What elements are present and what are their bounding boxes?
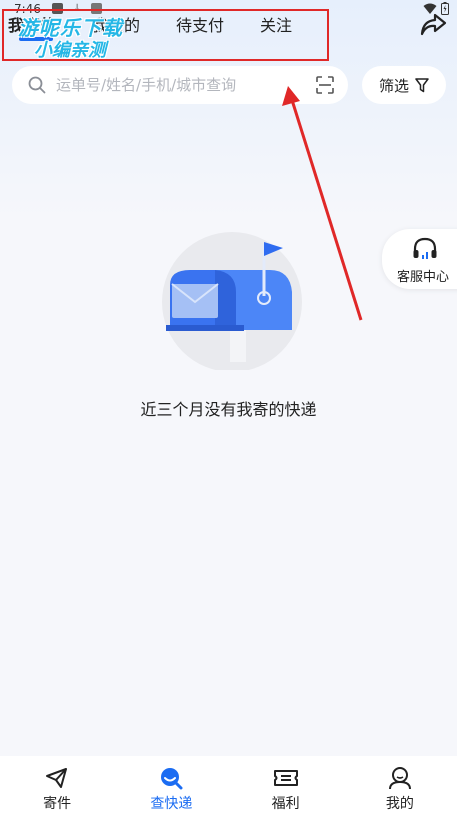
customer-service-button[interactable]: 客服中心	[382, 229, 457, 289]
search-icon	[28, 76, 46, 94]
order-tabs: 我寄的 我收的 待支付 关注	[8, 12, 328, 36]
search-bar	[12, 66, 348, 104]
empty-state-message: 近三个月没有我寄的快递	[140, 400, 317, 419]
filter-button[interactable]: 筛选	[362, 66, 446, 104]
scan-icon[interactable]	[316, 76, 334, 94]
active-tab-indicator	[19, 37, 53, 41]
search-package-icon	[161, 768, 183, 790]
tab-pending-payment[interactable]: 待支付	[176, 12, 224, 36]
ticket-icon	[273, 770, 298, 786]
customer-service-label: 客服中心	[397, 270, 450, 285]
nav-label-track: 查快递	[150, 796, 193, 812]
funnel-icon	[415, 77, 429, 92]
nav-label-benefits: 福利	[271, 796, 300, 812]
tab-following[interactable]: 关注	[260, 12, 292, 36]
search-input[interactable]	[56, 74, 306, 96]
tab-sent[interactable]: 我寄的	[8, 12, 56, 36]
nav-item-send[interactable]: 寄件	[0, 756, 114, 818]
nav-label-send: 寄件	[43, 796, 72, 812]
filter-label: 筛选	[378, 76, 409, 95]
paper-plane-icon	[46, 768, 68, 788]
app-screen: 7:46 ↓ 我寄的 我收的 待支付 关注 游呢乐下载 小编亲测 运单号/姓名/…	[0, 0, 457, 818]
nav-item-benefits[interactable]: 福利	[229, 756, 343, 818]
share-icon[interactable]	[419, 12, 447, 38]
nav-item-profile[interactable]: 我的	[343, 756, 457, 818]
empty-mailbox-illustration	[162, 232, 302, 370]
nav-item-track[interactable]: 查快递	[114, 756, 228, 818]
bottom-navigation: 寄件 查快递 福利 我的	[0, 756, 457, 818]
user-icon	[388, 767, 411, 790]
headset-icon	[413, 237, 437, 259]
tab-received[interactable]: 我收的	[92, 12, 140, 36]
nav-label-profile: 我的	[385, 796, 414, 812]
